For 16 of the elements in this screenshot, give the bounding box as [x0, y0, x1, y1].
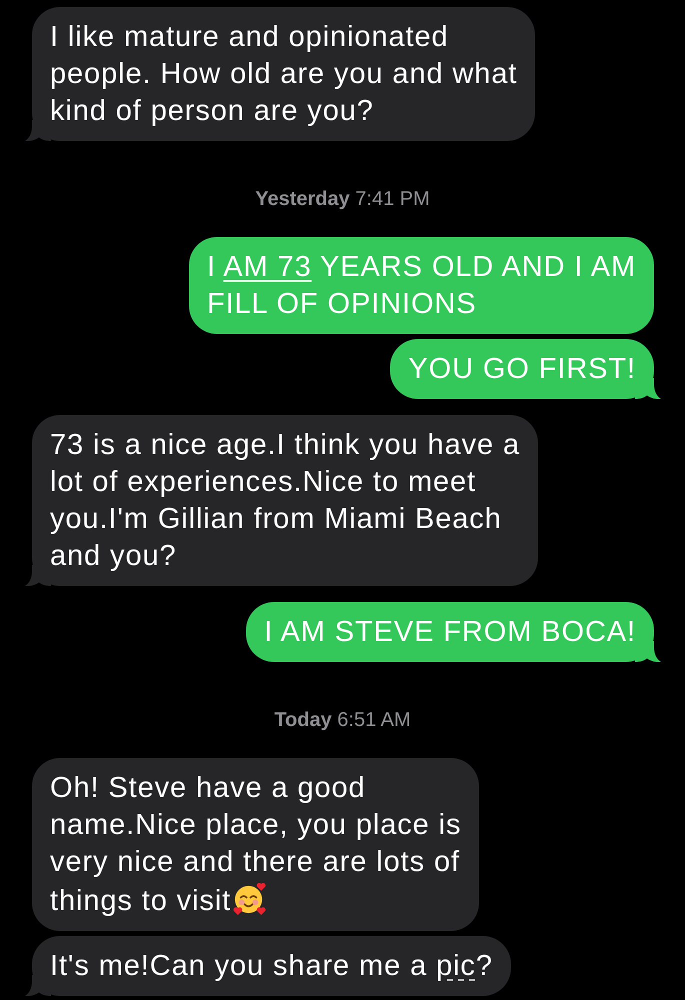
message-text: I AM 73 YEARS OLD AND I AM FILL OF OPINIONS	[206, 250, 636, 322]
lookup-link[interactable]: pic	[436, 950, 476, 982]
timestamp: Today 6:51 AM	[273, 708, 412, 733]
message-text: YOU GO FIRST!	[408, 352, 636, 386]
message-text: Oh! Steve have a good name.Nice place, you place is very nice and there are lots of things to visit	[50, 770, 462, 918]
bubble-tail-icon	[25, 975, 51, 996]
smiling-face-hearts-icon	[232, 880, 268, 916]
message-text: 73 is a nice age.I think you have a lot of experiences.Nice to meet you.I'm Gillian from Miami Beach and you?	[50, 428, 520, 574]
timestamp: Yesterday 7:41 PM	[254, 187, 431, 212]
message-text: It's me!Can you share me a pic?	[50, 948, 493, 984]
bubble-tail-icon	[635, 378, 661, 399]
message-text: I AM STEVE FROM BOCA!	[264, 614, 636, 650]
bubble-tail-icon	[635, 641, 661, 662]
message-text: I like mature and opinionated people. How old are you and what kind of person are you?	[50, 20, 518, 128]
bubble-tail-icon	[25, 565, 51, 586]
bubble-tail-icon	[25, 120, 51, 141]
